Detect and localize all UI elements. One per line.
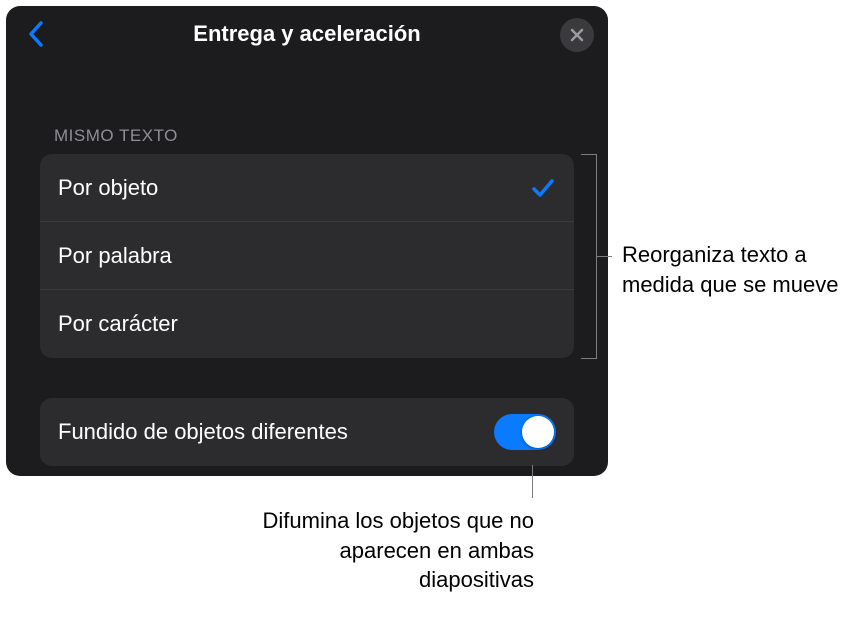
list-item-label: Por carácter <box>58 311 178 337</box>
close-icon <box>570 28 584 42</box>
close-button[interactable] <box>560 18 594 52</box>
callout-line <box>581 358 596 359</box>
callout-line <box>532 465 533 498</box>
settings-panel: Entrega y aceleración MISMO TEXTO Por ob… <box>6 6 608 476</box>
section-header: MISMO TEXTO <box>40 126 574 146</box>
chevron-left-icon <box>28 20 44 48</box>
checkmark-icon <box>530 175 556 201</box>
toggle-knob <box>522 416 554 448</box>
callout-line <box>581 154 596 155</box>
callout-line <box>597 256 612 257</box>
list-item-by-word[interactable]: Por palabra <box>40 222 574 290</box>
list-item-label: Por objeto <box>58 175 158 201</box>
toggle-row-fade-unmatched: Fundido de objetos diferentes <box>40 398 574 466</box>
panel-header: Entrega y aceleración <box>6 6 608 62</box>
fade-unmatched-toggle[interactable] <box>494 414 556 450</box>
callout-fade-objects: Difumina los objetos que no aparecen en … <box>224 506 534 595</box>
list-item-label: Por palabra <box>58 243 172 269</box>
panel-title: Entrega y aceleración <box>193 21 420 47</box>
text-delivery-list: Por objeto Por palabra Por carácter <box>40 154 574 358</box>
callout-reorganize-text: Reorganiza texto a medida que se mueve <box>622 240 842 299</box>
list-item-by-object[interactable]: Por objeto <box>40 154 574 222</box>
list-item-by-character[interactable]: Por carácter <box>40 290 574 358</box>
back-button[interactable] <box>24 20 48 48</box>
panel-content: MISMO TEXTO Por objeto Por palabra Por c… <box>6 126 608 466</box>
toggle-label: Fundido de objetos diferentes <box>58 419 348 445</box>
